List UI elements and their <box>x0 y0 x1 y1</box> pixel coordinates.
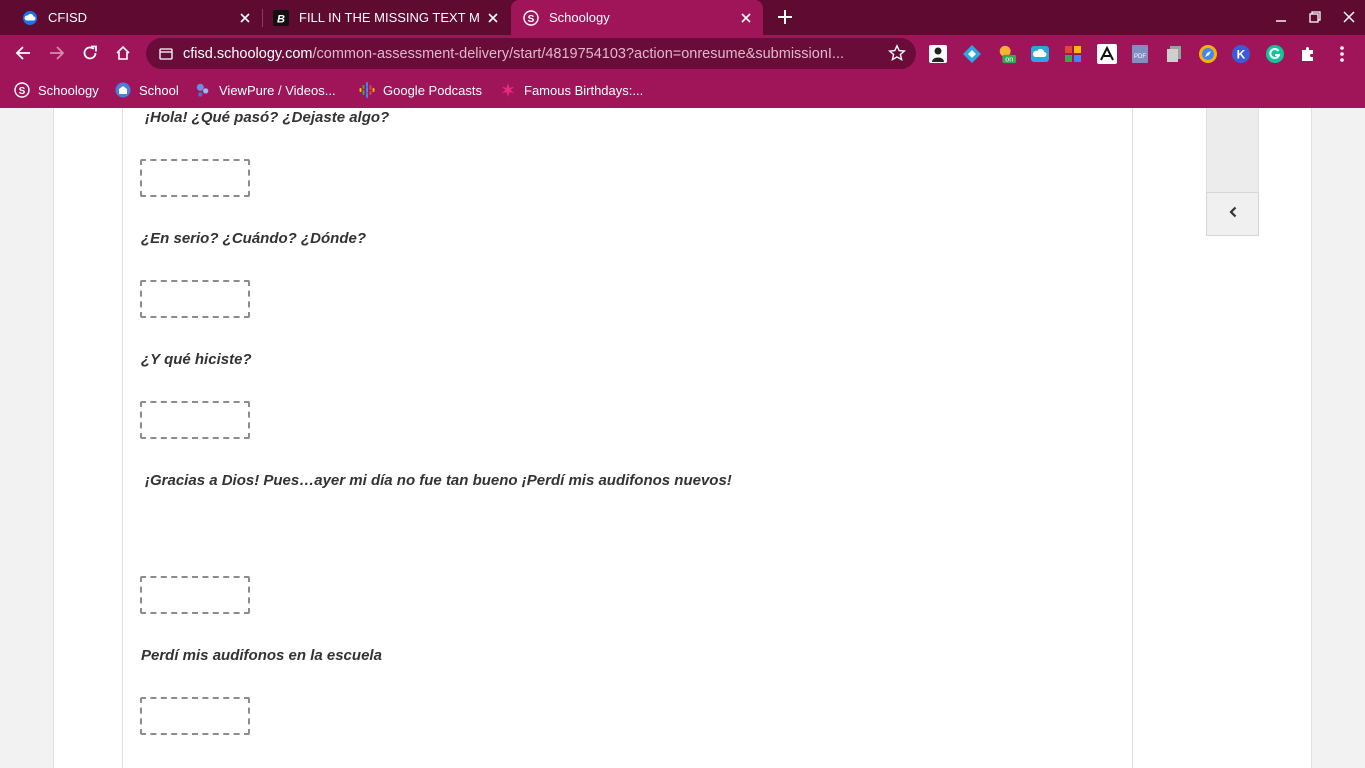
collapse-sidebar-button[interactable] <box>1206 192 1259 236</box>
reload-icon[interactable] <box>77 40 103 66</box>
k-extension-icon[interactable]: K <box>1231 44 1251 64</box>
bookmark-label: ViewPure / Videos... <box>219 82 336 98</box>
extension-badge: on <box>1005 54 1013 63</box>
color-puzzle-extension-icon[interactable] <box>1063 44 1083 64</box>
user-extension-icon[interactable] <box>928 44 948 64</box>
tab-title: Schoology <box>549 10 610 25</box>
url-text[interactable]: cfisd.schoology.com/common-assessment-de… <box>183 46 873 62</box>
menu-kebab-icon[interactable] <box>1332 44 1352 64</box>
tab-strip: CFISD B FILL IN THE MISSING TEXT MES S S… <box>0 0 1365 35</box>
tab-fill-in-missing-text[interactable]: B FILL IN THE MISSING TEXT MES <box>263 0 510 35</box>
grammarly-icon[interactable] <box>1265 44 1285 64</box>
answer-drop-zone-5[interactable] <box>140 697 250 735</box>
bookmark-star-icon[interactable] <box>888 44 906 62</box>
svg-text:S: S <box>528 14 535 25</box>
side-panel <box>1206 108 1259 192</box>
svg-text:S: S <box>19 86 26 97</box>
site-info-icon[interactable] <box>158 46 174 62</box>
url-path: /common-assessment-delivery/start/481975… <box>312 46 845 62</box>
viewpure-icon <box>195 82 211 98</box>
answer-drop-zone-2[interactable] <box>140 280 250 318</box>
diamond-extension-icon[interactable] <box>962 44 982 64</box>
bookmark-label: Google Podcasts <box>383 82 483 98</box>
triangle-a-extension-icon[interactable] <box>1097 44 1117 64</box>
pdf-extension-icon[interactable]: PDF <box>1130 44 1150 64</box>
bookmark-school[interactable]: School <box>115 80 179 100</box>
bookmark-schoology[interactable]: S Schoology <box>14 80 99 100</box>
star-burst-icon <box>500 82 516 98</box>
compass-extension-icon[interactable] <box>1198 44 1218 64</box>
tab-title: CFISD <box>48 10 87 25</box>
dialogue-line-5: Perdí mis audifonos en la escuela <box>141 647 382 664</box>
dialogue-line-3: ¿Y qué hiciste? <box>141 351 252 368</box>
minimize-icon[interactable] <box>1269 6 1293 28</box>
back-arrow-icon[interactable] <box>10 40 36 66</box>
close-tab-icon[interactable] <box>485 10 501 26</box>
schoology-icon: S <box>523 9 539 26</box>
svg-text:K: K <box>1237 48 1246 62</box>
restore-icon[interactable] <box>1303 6 1327 28</box>
cloud-extension-icon[interactable] <box>1030 44 1050 64</box>
page-viewport: ¡Hola! ¿Qué pasó? ¿Dejaste algo? ¿En ser… <box>0 108 1365 768</box>
chevron-left-icon <box>1228 205 1238 223</box>
browser-toolbar: cfisd.schoology.com/common-assessment-de… <box>0 35 1365 72</box>
svg-text:B: B <box>277 13 285 25</box>
bookmark-famous-birthdays[interactable]: Famous Birthdays:... <box>500 80 643 100</box>
podcasts-icon <box>359 82 375 98</box>
dialogue-line-1: ¡Hola! ¿Qué pasó? ¿Dejaste algo? <box>145 109 390 126</box>
bookmark-viewpure[interactable]: ViewPure / Videos... <box>195 80 336 100</box>
home-icon[interactable] <box>110 40 136 66</box>
sun-extension-icon[interactable]: on <box>997 44 1017 64</box>
puzzle-extensions-icon[interactable] <box>1298 44 1318 64</box>
forward-arrow-icon[interactable] <box>44 40 70 66</box>
dialogue-line-2: ¿En serio? ¿Cuándo? ¿Dónde? <box>141 230 366 247</box>
tab-cfisd[interactable]: CFISD <box>0 0 262 35</box>
bookmark-label: Schoology <box>38 82 99 98</box>
bookmark-label: School <box>139 82 179 98</box>
schoology-icon: S <box>14 82 30 98</box>
tab-schoology[interactable]: S Schoology <box>511 0 763 35</box>
close-tab-icon[interactable] <box>237 10 253 26</box>
answer-drop-zone-4[interactable] <box>140 576 250 614</box>
bookmarks-bar: S Schoology School ViewPure / Videos... … <box>0 72 1365 108</box>
answer-drop-zone-1[interactable] <box>140 159 250 197</box>
bold-b-icon: B <box>273 9 289 26</box>
cloud-icon <box>22 10 38 26</box>
new-tab-icon[interactable] <box>774 6 796 28</box>
svg-text:PDF: PDF <box>1134 54 1146 60</box>
bookmark-label: Famous Birthdays:... <box>524 82 644 98</box>
url-host: cfisd.schoology.com <box>183 46 313 62</box>
school-icon <box>115 82 131 98</box>
answer-drop-zone-3[interactable] <box>140 401 250 439</box>
question-panel <box>122 108 1133 768</box>
dialogue-line-4: ¡Gracias a Dios! Pues…ayer mi día no fue… <box>145 472 732 489</box>
bookmark-google-podcasts[interactable]: Google Podcasts <box>359 80 482 100</box>
close-tab-icon[interactable] <box>738 10 754 26</box>
address-bar[interactable]: cfisd.schoology.com/common-assessment-de… <box>146 38 916 69</box>
tab-title: FILL IN THE MISSING TEXT MES <box>299 10 479 25</box>
close-window-icon[interactable] <box>1337 6 1361 28</box>
copy-extension-icon[interactable] <box>1164 44 1184 64</box>
